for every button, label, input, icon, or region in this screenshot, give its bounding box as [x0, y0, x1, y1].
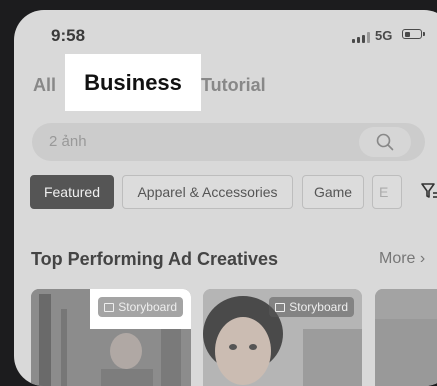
storyboard-icon	[275, 302, 286, 312]
category-tabs: All Business Tutorial	[14, 54, 437, 111]
badge-label: Storyboard	[118, 300, 177, 314]
tab-business[interactable]: Business	[65, 54, 201, 111]
search-bar[interactable]: 2 ảnh	[32, 123, 425, 161]
creative-card[interactable]: Storyboard	[31, 289, 191, 386]
battery-icon	[402, 29, 425, 39]
search-input[interactable]: 2 ảnh	[49, 133, 87, 150]
search-icon	[376, 133, 394, 151]
section-title: Top Performing Ad Creatives	[31, 249, 279, 269]
filter-icon[interactable]	[420, 182, 437, 200]
more-label: More	[379, 250, 416, 267]
chip-partial[interactable]: E	[372, 175, 402, 209]
chevron-right-icon: ›	[419, 250, 426, 267]
storyboard-icon	[104, 302, 115, 312]
chip-featured[interactable]: Featured	[30, 175, 114, 209]
more-link[interactable]: More ›	[379, 250, 425, 268]
storyboard-badge: Storyboard	[269, 297, 354, 317]
phone-screen: 9:58 5G All Business Tutorial 2 ảnh Feat…	[14, 10, 437, 386]
tab-tutorial[interactable]: Tutorial	[201, 75, 266, 96]
badge-label: Storyboard	[289, 300, 348, 314]
search-button[interactable]	[359, 127, 411, 157]
status-bar: 9:58 5G	[14, 10, 437, 60]
chip-apparel[interactable]: Apparel & Accessories	[122, 175, 293, 209]
tab-all[interactable]: All	[33, 75, 56, 96]
creative-card[interactable]: Storyboard	[203, 289, 362, 386]
network-label: 5G	[375, 28, 393, 43]
chip-game[interactable]: Game	[302, 175, 364, 209]
creative-card[interactable]	[375, 289, 437, 386]
status-time: 9:58	[51, 26, 86, 45]
card-thumbnail	[375, 289, 437, 386]
filter-chips: Featured Apparel & Accessories Game E	[30, 175, 437, 211]
storyboard-badge: Storyboard	[98, 297, 183, 317]
signal-icon	[352, 32, 370, 43]
